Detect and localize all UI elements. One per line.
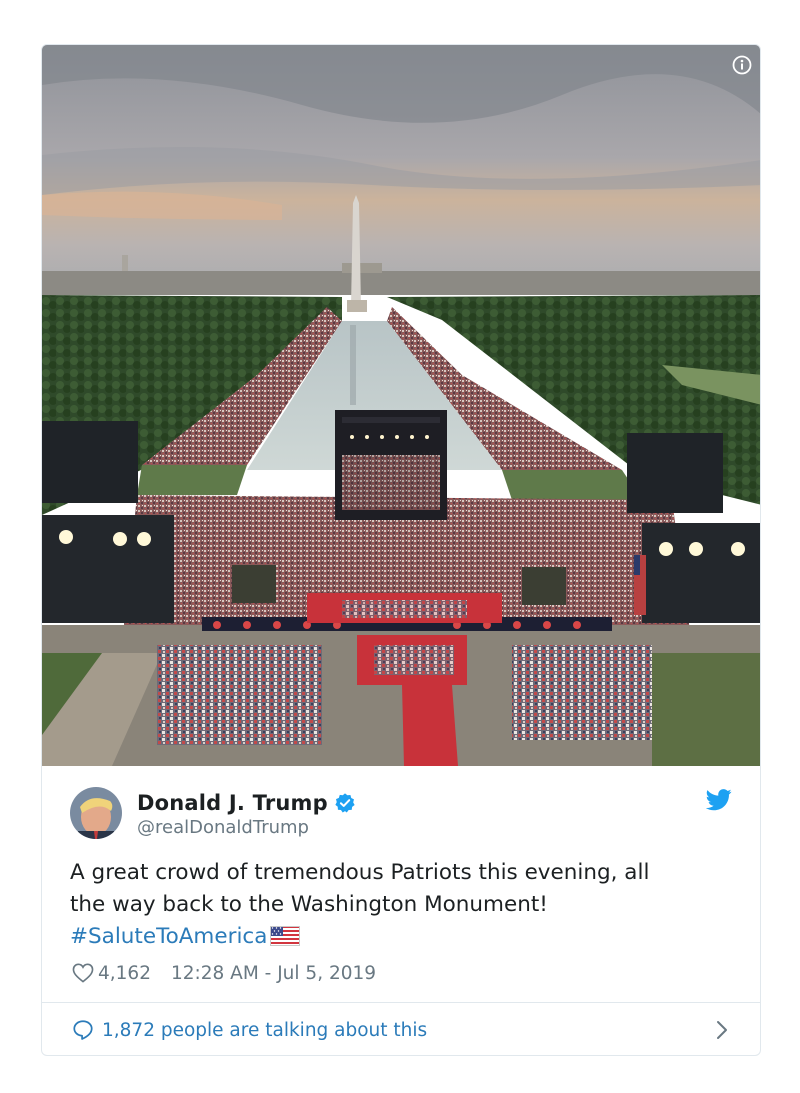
author-handle[interactable]: @realDonaldTrump [137,817,309,838]
hashtag-link[interactable]: #SaluteToAmerica [70,924,267,949]
tweet-text-line-1: A great crowd of tremendous Patriots thi… [70,860,650,885]
tweet-hashtag-line: #SaluteToAmerica [70,921,730,953]
heart-icon[interactable] [72,963,94,983]
speech-bubble-icon [73,1020,93,1040]
tweet-meta: 4,162 12:28 AM - Jul 5, 2019 [72,961,376,985]
name-row: Donald J. Trump [137,791,356,815]
crowd-photo-illustration [42,45,760,766]
us-flag-icon [270,926,301,946]
twitter-bird-icon[interactable] [706,789,732,811]
tweet-text: A great crowd of tremendous Patriots thi… [70,857,730,953]
author-name[interactable]: Donald J. Trump [137,791,328,815]
talking-link[interactable]: 1,872 people are talking about this [42,1003,760,1055]
tweet-text-line-2: the way back to the Washington Monument! [70,892,548,917]
talking-label: 1,872 people are talking about this [102,1019,428,1041]
chevron-right-icon[interactable] [716,1020,728,1040]
embedded-tweet-card: Donald J. Trump @realDonaldTrump A great… [41,44,761,1056]
like-count[interactable]: 4,162 [98,963,151,984]
verified-badge-icon [335,793,355,813]
tweet-author: Donald J. Trump @realDonaldTrump [70,787,734,841]
avatar[interactable] [70,787,122,839]
tweet-timestamp[interactable]: 12:28 AM - Jul 5, 2019 [171,963,376,984]
tweet-photo[interactable] [42,45,760,766]
info-icon[interactable] [732,55,752,75]
